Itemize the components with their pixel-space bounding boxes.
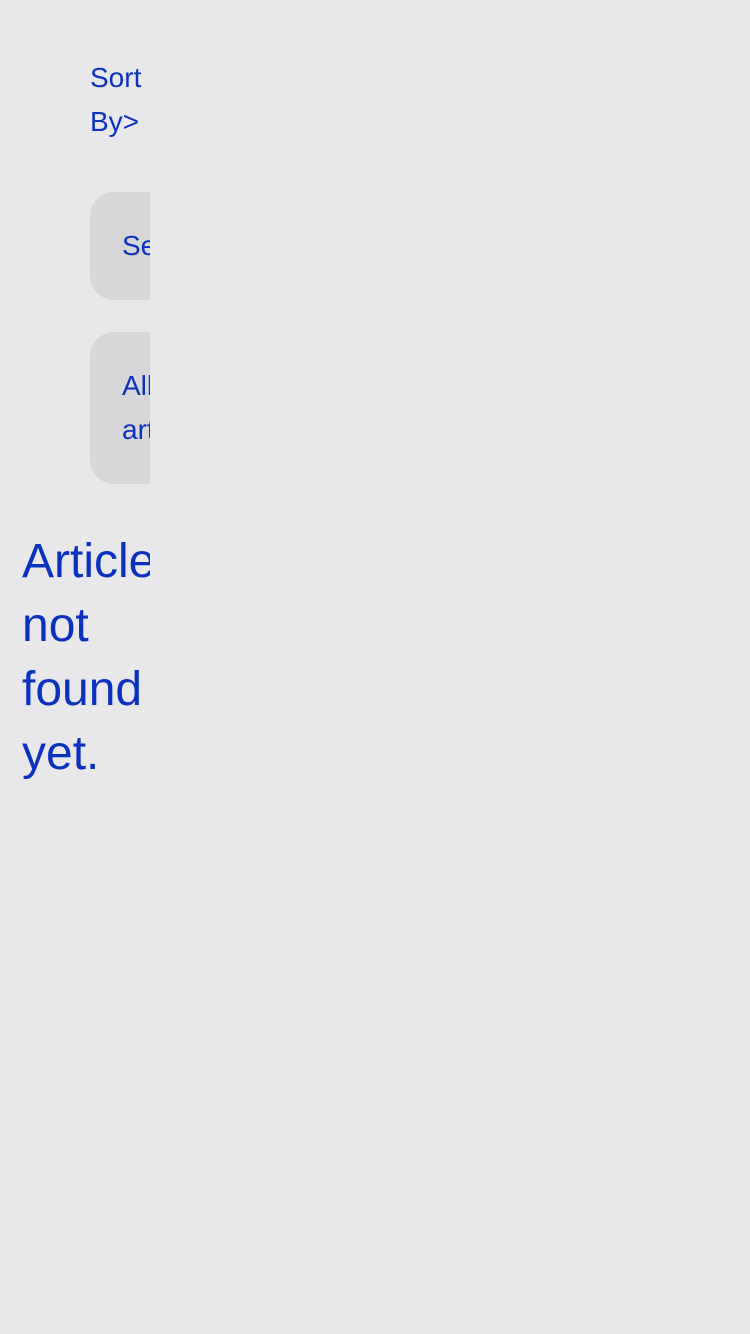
all-articles-filter-label: All art [122,370,150,445]
empty-state-message: Article not found yet. [22,535,150,780]
articles-screen: Sort By> Se All art Article not found ye… [0,0,750,1334]
search-filter-label: Se [122,230,150,261]
sort-by-button[interactable]: Sort By> [90,56,152,144]
all-articles-filter-chip[interactable]: All art [90,332,150,484]
search-filter-chip[interactable]: Se [90,192,150,300]
